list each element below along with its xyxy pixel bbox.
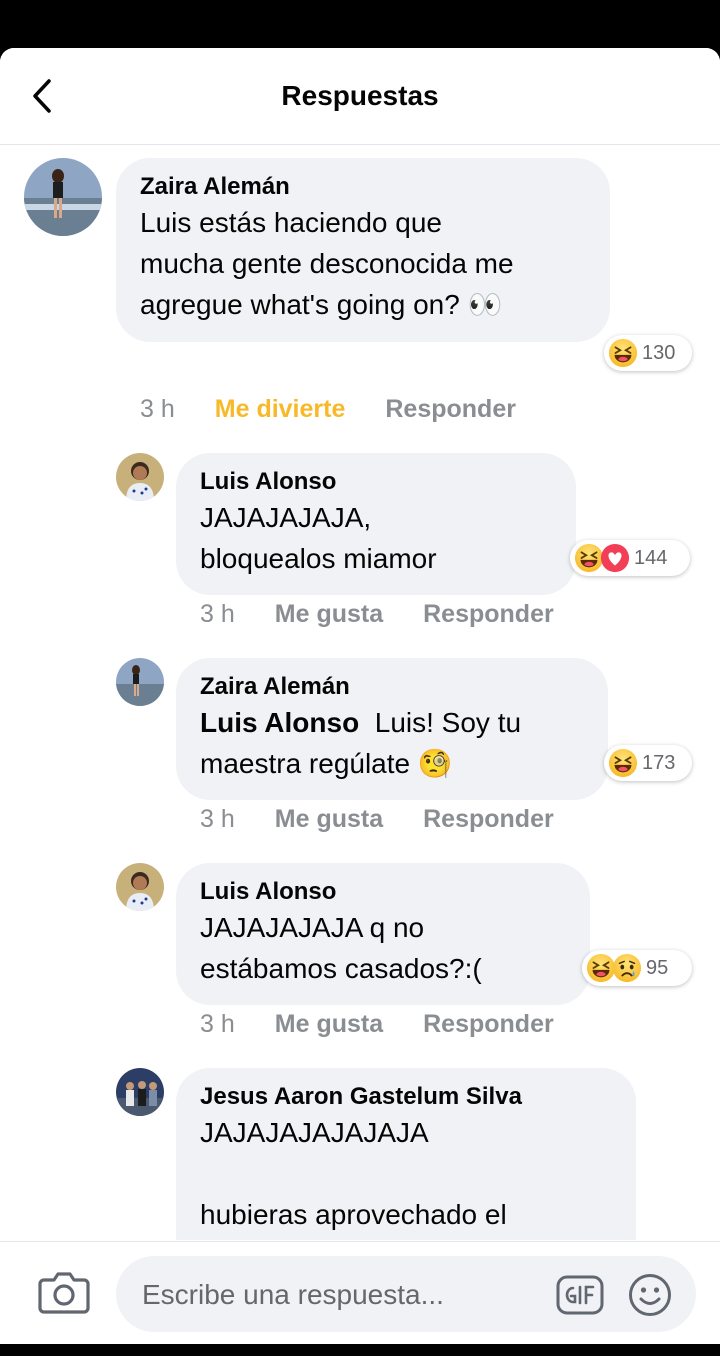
- comment-time[interactable]: 3 h: [200, 600, 235, 629]
- gif-icon: [556, 1275, 604, 1315]
- comment-text: JAJAJAJAJA, bloquealos miamor: [200, 502, 437, 574]
- gif-button[interactable]: [556, 1275, 604, 1315]
- comment-time[interactable]: 3 h: [200, 1010, 235, 1039]
- smiley-icon: [629, 1274, 671, 1316]
- reply-button[interactable]: Responder: [423, 805, 554, 834]
- replies-screen: Respuestas Zaira Alemán Luis estás hacie…: [0, 48, 720, 1344]
- comment-actions: 3 h Me gusta Responder: [200, 600, 554, 629]
- sad-reaction-icon: [612, 953, 642, 983]
- comment-actions: 3 h Me divierte Responder: [140, 395, 516, 424]
- avatar[interactable]: [24, 158, 102, 236]
- like-button[interactable]: Me gusta: [275, 600, 383, 629]
- haha-reaction-icon: [608, 338, 638, 368]
- reaction-summary[interactable]: 173: [604, 745, 692, 781]
- reply-input-container[interactable]: [116, 1256, 696, 1334]
- comment-author[interactable]: Zaira Alemán: [140, 172, 586, 202]
- comment-text: JAJAJAJAJA q no estábamos casados?:(: [200, 912, 482, 984]
- reaction-button[interactable]: Me divierte: [215, 395, 346, 424]
- comment-actions: 3 h Me gusta Responder: [200, 805, 554, 834]
- comment-time[interactable]: 3 h: [200, 805, 235, 834]
- reply-button[interactable]: Responder: [423, 600, 554, 629]
- comment-bubble[interactable]: Luis Alonso JAJAJAJAJA, bloquealos miamo…: [176, 453, 576, 595]
- comment-text: Luis Alonso Luis! Soy tu maestra regúlat…: [200, 707, 522, 779]
- comment-author[interactable]: Luis Alonso: [200, 467, 552, 497]
- reaction-summary[interactable]: 130: [604, 335, 692, 371]
- comment-author[interactable]: Luis Alonso: [200, 877, 566, 907]
- like-button[interactable]: Me gusta: [275, 1010, 383, 1039]
- comment-text: JAJAJAJAJAJAJA hubieras aprovechado el m…: [200, 1117, 507, 1230]
- haha-reaction-icon: [608, 748, 638, 778]
- reply-composer: [0, 1241, 720, 1344]
- comment-actions: 3 h Me gusta Responder: [200, 1010, 554, 1039]
- comment-author[interactable]: Jesus Aaron Gastelum Silva: [200, 1082, 612, 1112]
- avatar[interactable]: [116, 1068, 164, 1116]
- like-button[interactable]: Me gusta: [275, 805, 383, 834]
- reaction-count: 95: [646, 956, 669, 979]
- comment-time[interactable]: 3 h: [140, 395, 175, 424]
- comment-bubble[interactable]: Jesus Aaron Gastelum Silva JAJAJAJAJAJAJ…: [176, 1068, 636, 1240]
- emoji-button[interactable]: [628, 1273, 672, 1317]
- reaction-count: 144: [634, 546, 668, 569]
- reaction-summary[interactable]: 95: [582, 950, 692, 986]
- comment-bubble[interactable]: Luis Alonso JAJAJAJAJA q no estábamos ca…: [176, 863, 590, 1005]
- love-reaction-icon: [600, 543, 630, 573]
- camera-icon: [38, 1272, 90, 1314]
- reaction-count: 173: [642, 751, 676, 774]
- reply-button[interactable]: Responder: [385, 395, 516, 424]
- camera-button[interactable]: [38, 1270, 90, 1316]
- comment-author[interactable]: Zaira Alemán: [200, 672, 584, 702]
- avatar[interactable]: [116, 863, 164, 911]
- reaction-count: 130: [642, 341, 676, 364]
- comment-text: Luis estás haciendo que mucha gente desc…: [140, 207, 514, 320]
- reaction-summary[interactable]: 144: [570, 540, 690, 576]
- avatar[interactable]: [116, 453, 164, 501]
- header: Respuestas: [0, 48, 720, 145]
- mention-link[interactable]: Luis Alonso: [200, 707, 359, 738]
- comment-bubble[interactable]: Zaira Alemán Luis estás haciendo que muc…: [116, 158, 610, 342]
- reply-input[interactable]: [140, 1256, 544, 1334]
- avatar[interactable]: [116, 658, 164, 706]
- comment-thread[interactable]: Zaira Alemán Luis estás haciendo que muc…: [0, 145, 720, 1240]
- reply-button[interactable]: Responder: [423, 1010, 554, 1039]
- comment-bubble[interactable]: Zaira Alemán Luis Alonso Luis! Soy tu ma…: [176, 658, 608, 800]
- page-title: Respuestas: [281, 80, 439, 111]
